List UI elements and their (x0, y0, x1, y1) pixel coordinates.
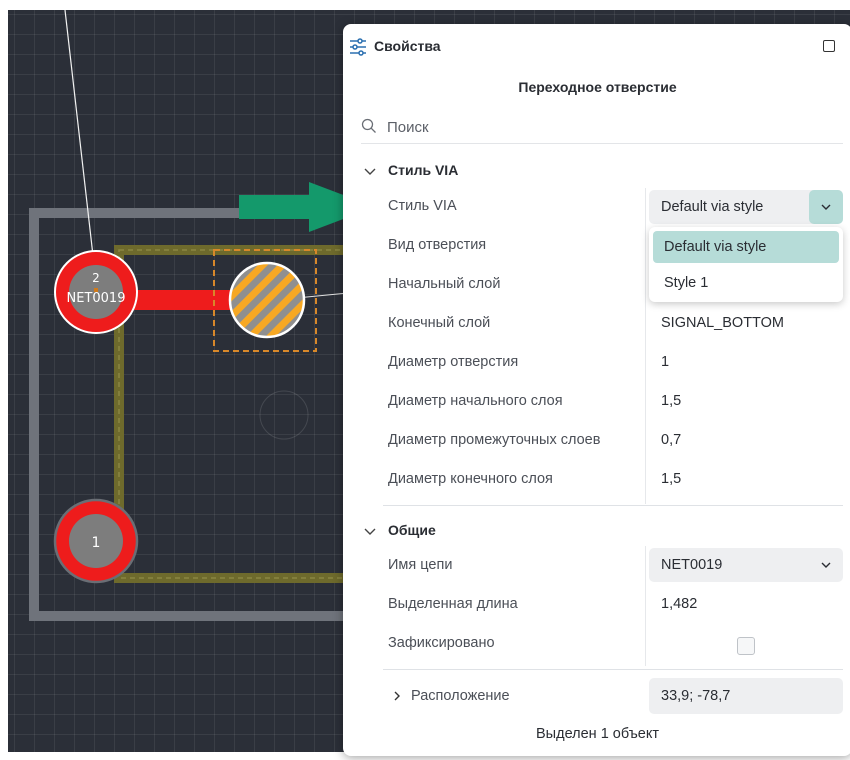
net-name-value: NET0019 (661, 557, 723, 573)
property-row: Диаметр конечного слоя 1,5 (383, 460, 843, 499)
property-label: Выделенная длина (388, 596, 518, 612)
divider (383, 669, 843, 670)
property-value[interactable]: 1 (661, 354, 669, 370)
location-text: 33,9; -78,7 (661, 688, 731, 704)
dropdown-toggle-button[interactable] (809, 190, 843, 224)
via-selected (213, 249, 317, 352)
via-style-dropdown: Default via style Style 1 (649, 227, 843, 302)
fixed-checkbox[interactable] (737, 637, 755, 655)
chevron-right-icon (394, 691, 400, 701)
property-value[interactable]: SIGNAL_BOTTOM (661, 315, 784, 331)
property-label: Диаметр отверстия (388, 354, 519, 370)
net-name-select[interactable]: NET0019 (649, 548, 843, 582)
pad-2-number: 2 (92, 271, 100, 285)
property-row: Диаметр начального слоя 1,5 (383, 382, 843, 421)
chevron-down-icon (364, 528, 376, 535)
selection-status: Выделен 1 объект (536, 726, 659, 742)
search-input[interactable] (387, 116, 827, 138)
object-type-title: Переходное отверстие (518, 79, 677, 95)
property-label: Диаметр конечного слоя (388, 471, 553, 487)
pad-2-net: NET0019 (67, 291, 126, 306)
via-style-select[interactable]: Default via style (649, 190, 843, 224)
dropdown-option-style-1[interactable]: Style 1 (653, 267, 839, 299)
chevron-down-icon (821, 562, 831, 568)
property-value[interactable]: 0,7 (661, 432, 681, 448)
filter-settings-icon (350, 38, 366, 56)
property-label: Имя цепи (388, 557, 453, 573)
via-style-value: Default via style (661, 199, 764, 215)
section-title: Общие (388, 522, 436, 538)
ratsnest-line (64, 10, 97, 283)
property-label: Стиль VIA (388, 198, 457, 214)
property-label: Диаметр начального слоя (388, 393, 563, 409)
divider (383, 505, 843, 506)
search-icon (361, 118, 376, 133)
property-label: Зафиксировано (388, 635, 495, 651)
property-label: Вид отверстия (388, 237, 487, 253)
properties-panel: Свойства Переходное отверстие Стиль VIA … (343, 24, 850, 756)
search-bar (361, 112, 843, 144)
property-value[interactable]: 1,482 (661, 596, 697, 612)
property-row: Диаметр отверстия 1 (383, 343, 843, 382)
panel-title: Свойства (374, 38, 441, 54)
property-value[interactable]: 1,5 (661, 393, 681, 409)
property-label: Конечный слой (388, 315, 491, 331)
option-label: Style 1 (664, 275, 709, 291)
property-row: Зафиксировано (383, 624, 843, 663)
pad-1: 1 (53, 498, 139, 584)
property-value[interactable]: 1,5 (661, 471, 681, 487)
property-row: Диаметр промежуточных слоев 0,7 (383, 421, 843, 460)
pad-1-number: 1 (92, 535, 101, 551)
section-title: Стиль VIA (388, 162, 459, 178)
property-label: Диаметр промежуточных слоев (388, 432, 601, 448)
property-row: Выделенная длина 1,482 (383, 585, 843, 624)
maximize-icon[interactable] (823, 40, 835, 52)
chevron-down-icon (821, 204, 831, 210)
dropdown-option-default[interactable]: Default via style (653, 231, 839, 263)
option-label: Default via style (664, 239, 767, 255)
panel-header: Свойства (343, 24, 850, 68)
location-value[interactable]: 33,9; -78,7 (649, 678, 843, 714)
chevron-down-icon (364, 168, 376, 175)
property-row: Конечный слой SIGNAL_BOTTOM (383, 304, 843, 343)
property-label: Начальный слой (388, 276, 501, 292)
pad-2: 2 NET0019 (54, 250, 138, 334)
property-label: Расположение (411, 688, 510, 704)
